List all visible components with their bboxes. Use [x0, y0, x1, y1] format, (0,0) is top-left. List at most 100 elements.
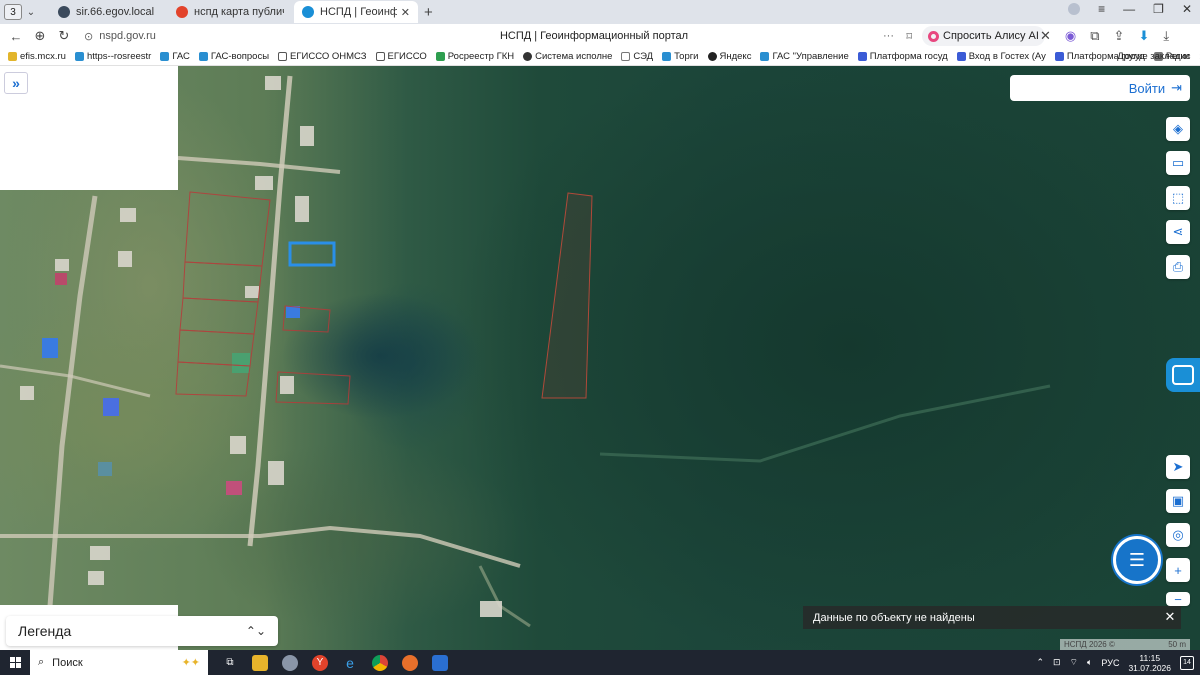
network-icon[interactable]: ⊡ [1053, 657, 1061, 668]
road [0, 525, 521, 568]
search-placeholder: Поиск [52, 656, 83, 669]
building [268, 461, 284, 485]
chevron-up-icon[interactable]: ⌃ [1036, 657, 1044, 668]
bookmark-item[interactable]: Яндекс [707, 51, 752, 62]
app-icon[interactable] [282, 654, 298, 671]
ask-alice-label: Спросить Алису AI [943, 30, 1039, 42]
puzzle-icon[interactable]: ⧉ [1090, 28, 1099, 44]
bookmark-item[interactable]: Платформа госуд [857, 51, 948, 62]
chrome-icon[interactable] [372, 654, 388, 671]
zoom-in-button[interactable]: + [1166, 558, 1190, 582]
map-attribution: НСПД 2026 © 50 m [1060, 639, 1190, 650]
tab-counter[interactable]: 3 [4, 4, 22, 20]
record-icon[interactable]: ◉ [1065, 28, 1076, 44]
selected-parcel-outline[interactable] [288, 241, 336, 267]
geolocation-button[interactable]: ◎ [1166, 523, 1190, 547]
bookmark-item[interactable]: efis.mcx.ru [8, 51, 66, 62]
layers-button[interactable]: ◈ [1166, 117, 1190, 141]
navigation-arrow-icon: ➤ [1172, 459, 1184, 474]
language-indicator[interactable]: РУС [1101, 658, 1119, 668]
restore-icon[interactable]: ❐ [1153, 2, 1164, 16]
taskbar-search[interactable]: ⌕ Поиск ✦✦ [30, 650, 208, 675]
tab-nspd-active[interactable]: НСПД | Геоинформацио ✕ [294, 1, 418, 23]
basemap-icon: ▣ [1171, 493, 1185, 508]
taskbar-apps: ⧉ Y e [222, 654, 448, 671]
tab-label: НСПД | Геоинформацио [320, 6, 397, 18]
yandex-browser-icon[interactable]: Y [312, 654, 328, 671]
bookmark-item[interactable]: ЕГИССО [375, 51, 427, 62]
clock-time: 11:15 [1139, 652, 1161, 663]
zoom-out-button[interactable]: − [1166, 592, 1190, 607]
toast-close-button[interactable]: ✕ [1160, 606, 1180, 628]
extensions-area: ✕ ◉ ⧉ ⇪ ⬇ ⤓ [1040, 28, 1169, 44]
windows-logo-icon [9, 657, 21, 668]
bookmark-item[interactable]: СЭД [621, 51, 653, 62]
start-button[interactable] [0, 657, 30, 668]
favicon-icon [58, 6, 70, 18]
bookmark-item[interactable]: Вход в Гостех (Ау [956, 51, 1046, 62]
basemap-button[interactable]: ▣ [1166, 489, 1190, 513]
bookmark-item[interactable]: ЕГИССО ОНМСЗ [278, 51, 367, 62]
shield-icon[interactable]: ⊕ [28, 28, 52, 44]
expand-panel-button[interactable]: » [4, 72, 28, 94]
address-bar[interactable]: ⊙ nspd.gov.ru НСПД | Геоинформационный п… [84, 26, 914, 46]
other-bookmarks[interactable]: Другие закладки [1117, 51, 1190, 62]
tab-sir-egov[interactable]: sir.66.egov.local [50, 1, 166, 23]
satellite-map[interactable] [0, 66, 1200, 650]
share-button[interactable]: ⋖ [1166, 220, 1190, 244]
menu-icon[interactable]: ≡ [1098, 2, 1105, 16]
chevron-down-icon[interactable]: ⌄ [22, 7, 40, 18]
parcel [184, 191, 271, 267]
yandex-icon [707, 52, 717, 61]
close-window-icon[interactable]: ✕ [1182, 2, 1192, 16]
clock[interactable]: 11:15 31.07.2026 [1128, 653, 1171, 673]
bookmark-label: Платформа госуд [869, 51, 948, 62]
forest-parcel[interactable] [541, 192, 593, 399]
wifi-icon[interactable]: ⌔ [1070, 657, 1078, 668]
share-icon[interactable]: ⇪ [1114, 28, 1125, 44]
bookmark-item[interactable]: Система исполне [523, 51, 612, 62]
extension-badge-icon[interactable]: ⬇ [1138, 28, 1149, 44]
bookmark-label: Яндекс [719, 51, 752, 62]
legend-select[interactable]: Легенда ⌃⌄ [6, 616, 278, 646]
more-dots-icon[interactable]: ··· [883, 30, 894, 42]
task-view-icon[interactable]: ⧉ [222, 655, 238, 671]
bookmark-icon [8, 52, 17, 61]
back-arrow-icon[interactable]: ← [4, 29, 28, 44]
bookmark-item[interactable]: ГАС-вопросы [198, 51, 269, 62]
bookmark-item[interactable]: https--rosreestr [74, 51, 151, 62]
chat-button[interactable]: ☰ [1113, 536, 1161, 584]
print-button[interactable]: ⎙ [1166, 255, 1190, 279]
side-panel-tab[interactable] [1166, 358, 1200, 392]
area-select-button[interactable]: ⬚ [1166, 186, 1190, 210]
bookmark-item[interactable]: Росреестр ГКН [435, 51, 514, 62]
app-window-icon[interactable] [432, 654, 448, 671]
download-icon[interactable]: ⤓ [1163, 28, 1169, 44]
tab-yandex-search[interactable]: нспд карта публичная кад [168, 1, 292, 23]
reload-icon[interactable]: ↻ [52, 28, 76, 44]
bookmark-item[interactable]: Торги [662, 51, 699, 62]
minimize-icon[interactable]: — [1123, 2, 1135, 16]
bookmark-icon[interactable]: ⌑ [906, 30, 912, 43]
firefox-icon[interactable] [402, 654, 418, 671]
login-button[interactable]: Войти ⇥ [1010, 75, 1190, 101]
print-icon: ⎙ [1172, 259, 1184, 274]
new-tab-plus-icon[interactable]: + [424, 4, 433, 21]
building [280, 376, 294, 394]
ask-alice-button[interactable]: Спросить Алису AI [922, 26, 1045, 46]
browser-address-row: ← ⊕ ↻ ⊙ nspd.gov.ru НСПД | Геоинформацио… [0, 24, 1200, 48]
bookmark-icon [160, 52, 170, 61]
ruler-button[interactable]: ▭ [1166, 151, 1190, 175]
profile-icon[interactable] [1068, 3, 1081, 15]
file-explorer-icon[interactable] [252, 654, 268, 671]
volume-icon[interactable]: 🔈︎ [1087, 657, 1092, 668]
edge-icon[interactable]: e [342, 655, 358, 671]
bookmark-item[interactable]: ГАС [160, 51, 190, 62]
notifications-badge[interactable]: 14 [1180, 655, 1194, 670]
bookmark-item[interactable]: ГАС "Управление [760, 51, 849, 62]
close-tab-icon[interactable]: ✕ [401, 6, 410, 19]
extension-icon[interactable]: ✕ [1040, 28, 1051, 44]
locate-button[interactable]: ➤ [1166, 455, 1190, 479]
bookmark-icon [523, 52, 533, 61]
window-controls: ≡ — ❐ ✕ [1068, 2, 1192, 16]
